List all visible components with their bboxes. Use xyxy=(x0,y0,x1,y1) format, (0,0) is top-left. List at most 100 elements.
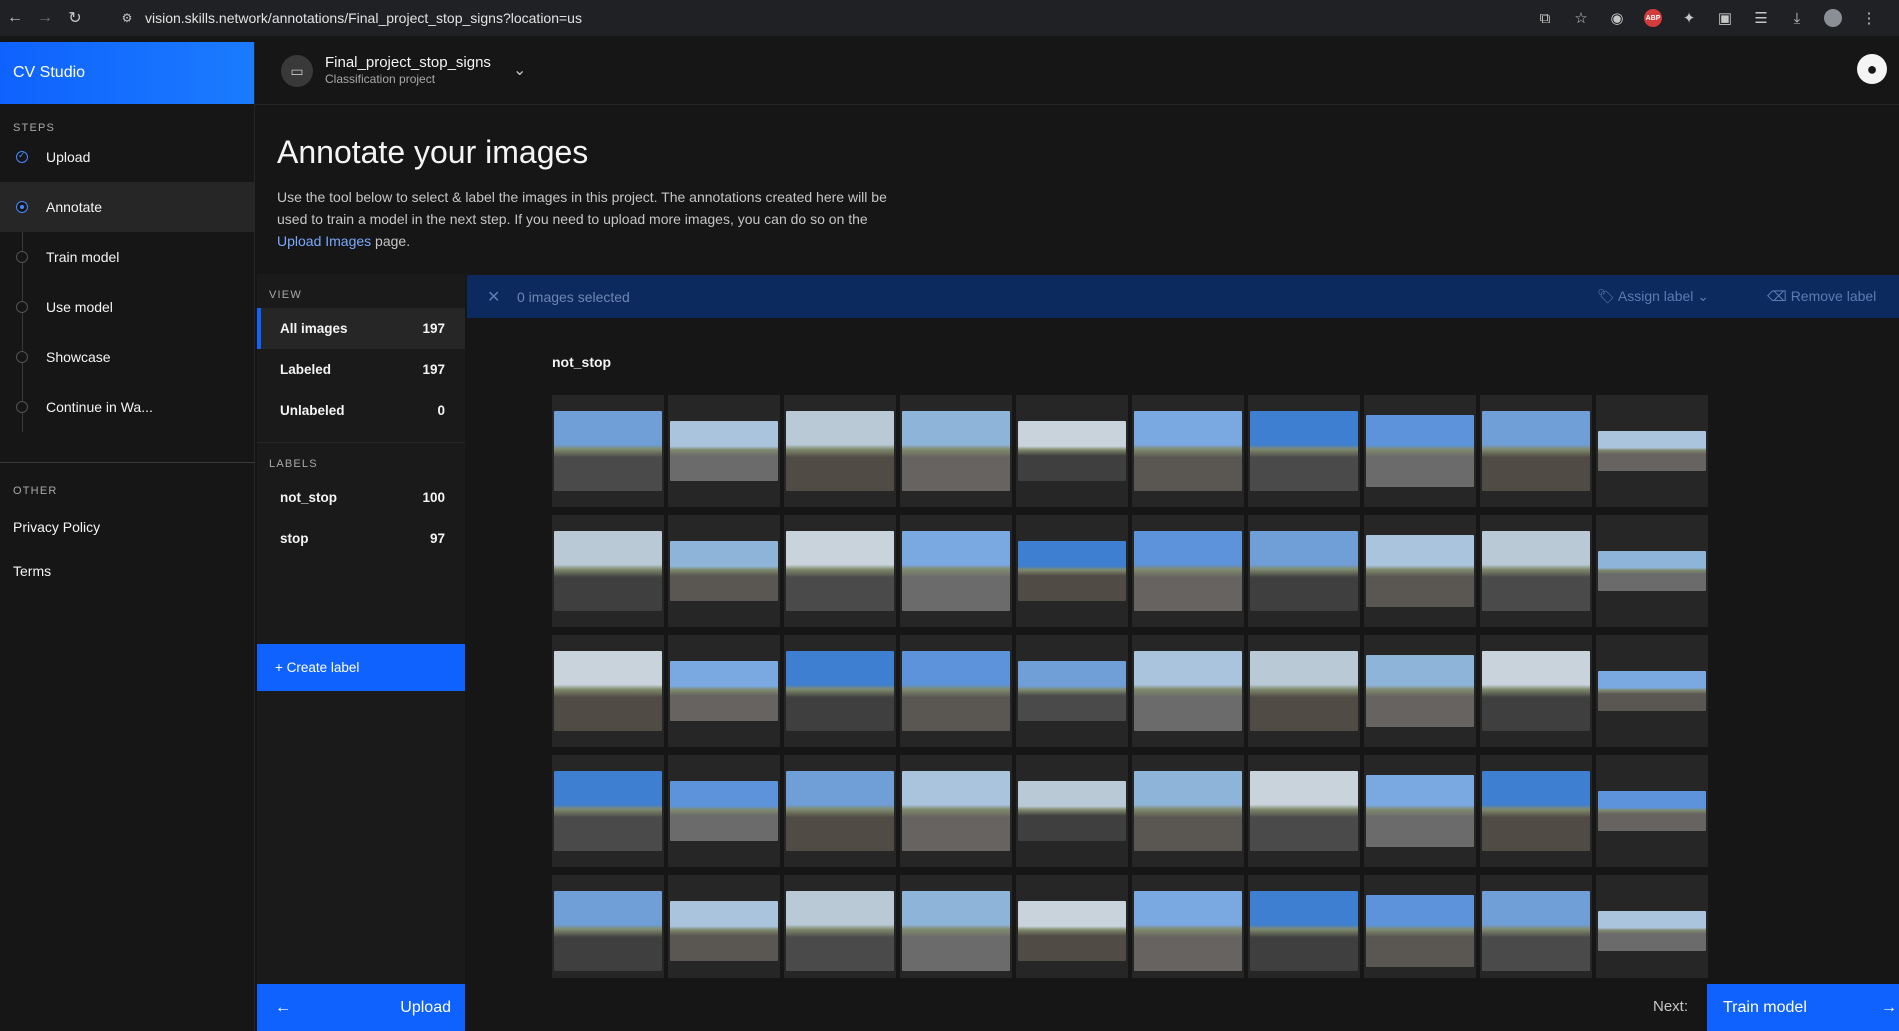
image-thumbnail[interactable] xyxy=(900,395,1012,507)
upload-images-link[interactable]: Upload Images xyxy=(277,233,371,249)
image-thumbnail[interactable] xyxy=(552,395,664,507)
image-thumbnail[interactable] xyxy=(1364,875,1476,978)
filter-count: 197 xyxy=(422,321,445,336)
project-name[interactable]: Final_project_stop_signs xyxy=(325,54,491,71)
image-thumbnail[interactable] xyxy=(1248,515,1360,627)
image-thumbnail[interactable] xyxy=(1364,755,1476,867)
image-thumbnail[interactable] xyxy=(552,515,664,627)
address-bar[interactable]: ⚙ vision.skills.network/annotations/Fina… xyxy=(117,5,1507,31)
train-model-button[interactable]: Train model → xyxy=(1707,984,1899,1031)
image-thumbnail[interactable] xyxy=(784,395,896,507)
image-thumbnail[interactable] xyxy=(1016,875,1128,978)
image-thumbnail[interactable] xyxy=(1016,395,1128,507)
privacy-policy-link[interactable]: Privacy Policy xyxy=(0,505,255,549)
image-thumbnail[interactable] xyxy=(1248,395,1360,507)
remove-label-button[interactable]: ⌫ Remove label xyxy=(1767,288,1876,305)
profile-avatar-icon[interactable] xyxy=(1824,9,1842,27)
image-thumbnail[interactable] xyxy=(552,875,664,978)
url-text: vision.skills.network/annotations/Final_… xyxy=(145,10,582,26)
labels-title: LABELS xyxy=(269,458,318,470)
forward-icon[interactable]: → xyxy=(30,0,60,36)
image-thumbnail[interactable] xyxy=(1596,515,1708,627)
image-thumbnail[interactable] xyxy=(900,635,1012,747)
back-icon[interactable]: ← xyxy=(0,0,30,36)
filter-labeled[interactable]: Labeled 197 xyxy=(257,349,465,390)
image-thumbnail[interactable] xyxy=(1596,875,1708,978)
image-thumbnail[interactable] xyxy=(900,755,1012,867)
upload-back-button[interactable]: ← Upload xyxy=(257,984,465,1031)
image-thumbnail[interactable] xyxy=(668,515,780,627)
step-label: Upload xyxy=(46,149,91,165)
street-photo xyxy=(1134,411,1242,491)
image-thumbnail[interactable] xyxy=(784,875,896,978)
steps-list: Upload Annotate Train model Use model Sh… xyxy=(0,132,255,432)
extension-circle-icon[interactable]: ◉ xyxy=(1599,6,1635,30)
adblock-icon[interactable]: ABP xyxy=(1644,9,1662,27)
image-thumbnail[interactable] xyxy=(668,395,780,507)
step-todo-icon xyxy=(16,351,28,363)
image-thumbnail[interactable] xyxy=(668,755,780,867)
extensions-icon[interactable]: ▣ xyxy=(1707,6,1743,30)
image-thumbnail[interactable] xyxy=(552,635,664,747)
image-thumbnail[interactable] xyxy=(1364,635,1476,747)
bookmark-star-icon[interactable]: ☆ xyxy=(1563,6,1599,30)
image-thumbnail[interactable] xyxy=(1480,395,1592,507)
step-continue[interactable]: Continue in Wa... xyxy=(0,382,255,432)
image-thumbnail[interactable] xyxy=(1016,635,1128,747)
street-photo xyxy=(1482,651,1590,731)
image-thumbnail[interactable] xyxy=(1480,755,1592,867)
label-not-stop[interactable]: not_stop 100 xyxy=(257,477,465,518)
image-thumbnail[interactable] xyxy=(1016,515,1128,627)
menu-icon[interactable]: ⋮ xyxy=(1851,6,1887,30)
image-thumbnail[interactable] xyxy=(1364,515,1476,627)
image-thumbnail[interactable] xyxy=(668,875,780,978)
step-showcase[interactable]: Showcase xyxy=(0,332,255,382)
image-thumbnail[interactable] xyxy=(1248,635,1360,747)
step-use-model[interactable]: Use model xyxy=(0,282,255,332)
install-app-icon[interactable]: ⧉ xyxy=(1527,6,1563,30)
step-annotate[interactable]: Annotate xyxy=(0,182,255,232)
image-thumbnail[interactable] xyxy=(1016,755,1128,867)
step-upload[interactable]: Upload xyxy=(0,132,255,182)
image-thumbnail[interactable] xyxy=(1248,875,1360,978)
close-icon[interactable]: ✕ xyxy=(487,287,517,307)
image-thumbnail[interactable] xyxy=(1596,395,1708,507)
image-thumbnail[interactable] xyxy=(1596,755,1708,867)
image-thumbnail[interactable] xyxy=(1596,635,1708,747)
image-thumbnail[interactable] xyxy=(1132,395,1244,507)
image-thumbnail[interactable] xyxy=(1480,515,1592,627)
filter-unlabeled[interactable]: Unlabeled 0 xyxy=(257,390,465,431)
reading-list-icon[interactable]: ☰ xyxy=(1743,6,1779,30)
image-thumbnail[interactable] xyxy=(1364,395,1476,507)
image-thumbnail[interactable] xyxy=(900,515,1012,627)
step-train-model[interactable]: Train model xyxy=(0,232,255,282)
create-label-button[interactable]: + Create label xyxy=(257,644,465,691)
site-info-icon[interactable]: ⚙ xyxy=(117,8,137,28)
image-thumbnail[interactable] xyxy=(1132,875,1244,978)
image-thumbnail[interactable] xyxy=(900,875,1012,978)
image-thumbnail[interactable] xyxy=(1480,635,1592,747)
label-stop[interactable]: stop 97 xyxy=(257,518,465,559)
image-thumbnail[interactable] xyxy=(784,635,896,747)
assign-label-button[interactable]: 🏷 Assign label ⌄ xyxy=(1597,288,1709,305)
image-thumbnail[interactable] xyxy=(1132,635,1244,747)
image-thumbnail[interactable] xyxy=(784,515,896,627)
image-thumbnail[interactable] xyxy=(1132,515,1244,627)
image-thumbnail[interactable] xyxy=(1132,755,1244,867)
brand-logo[interactable]: CV Studio xyxy=(0,42,254,104)
download-icon[interactable]: ⤓ xyxy=(1779,6,1815,30)
terms-link[interactable]: Terms xyxy=(0,549,255,593)
image-thumbnail[interactable] xyxy=(552,755,664,867)
image-thumbnail[interactable] xyxy=(784,755,896,867)
street-photo xyxy=(1018,781,1126,841)
extension-puzzle-icon[interactable]: ✦ xyxy=(1671,6,1707,30)
image-thumbnail[interactable] xyxy=(668,635,780,747)
chevron-down-icon[interactable]: ⌄ xyxy=(513,60,526,80)
image-thumbnail[interactable] xyxy=(1248,755,1360,867)
street-photo xyxy=(670,421,778,481)
reload-icon[interactable]: ↻ xyxy=(60,0,90,36)
street-photo xyxy=(1250,411,1358,491)
image-thumbnail[interactable] xyxy=(1480,875,1592,978)
filter-all-images[interactable]: All images 197 xyxy=(257,308,465,349)
user-avatar-icon[interactable]: ● xyxy=(1857,54,1887,84)
